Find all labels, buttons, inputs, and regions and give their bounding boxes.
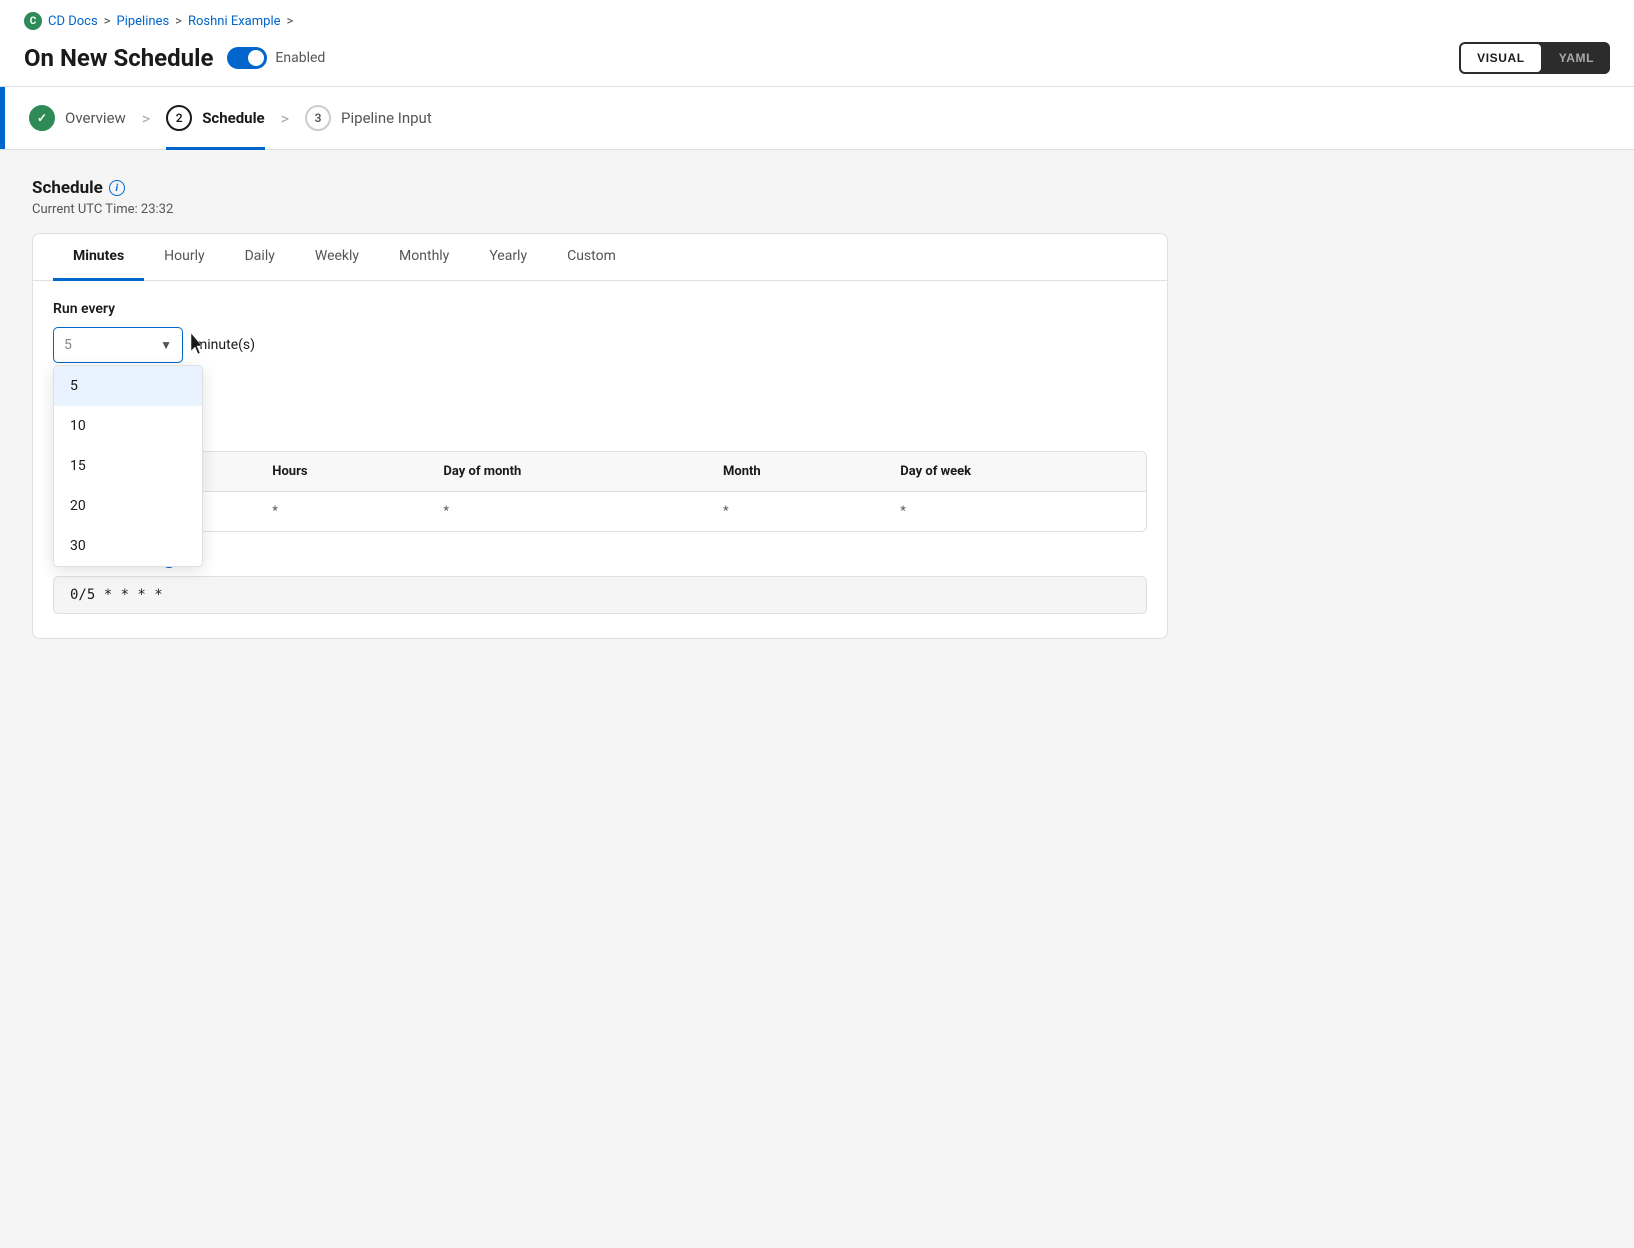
- table-header: Minutes Hours Day of month Month Day of …: [54, 452, 1146, 492]
- step-3-label: Pipeline Input: [341, 109, 432, 127]
- header-row: Minutes Hours Day of month Month Day of …: [54, 452, 1146, 492]
- col-hours: Hours: [256, 452, 427, 492]
- run-every-label: Run every: [53, 301, 1147, 317]
- page-header: On New Schedule Enabled VISUAL YAML: [24, 42, 1610, 74]
- yaml-view-button[interactable]: YAML: [1543, 42, 1610, 74]
- tab-daily[interactable]: Daily: [225, 234, 295, 281]
- cell-hours: *: [256, 492, 427, 532]
- view-switcher: VISUAL YAML: [1459, 42, 1610, 74]
- interval-select-wrapper: 5 ▼ 5 10 15 20 30: [53, 327, 183, 363]
- cell-day-of-month: *: [427, 492, 707, 532]
- enabled-toggle[interactable]: [227, 47, 267, 69]
- steps-nav: ✓ Overview > 2 Schedule > 3 Pipeline Inp…: [0, 87, 1634, 150]
- section-title: Schedule i: [32, 178, 1168, 198]
- dropdown-item-30[interactable]: 30: [54, 526, 202, 566]
- step-sep-1: >: [142, 109, 150, 128]
- schedule-heading: Schedule: [32, 178, 103, 198]
- dropdown-item-5[interactable]: 5: [54, 366, 202, 406]
- table-row: * * * * *: [54, 492, 1146, 532]
- tab-weekly[interactable]: Weekly: [295, 234, 379, 281]
- toggle-container: Enabled: [227, 47, 325, 69]
- visual-view-button[interactable]: VISUAL: [1461, 44, 1541, 72]
- interval-select[interactable]: 5 ▼: [53, 327, 183, 363]
- step-pipeline-input[interactable]: 3 Pipeline Input: [305, 87, 432, 149]
- schedule-card: Minutes Hourly Daily Weekly Monthly Year…: [32, 233, 1168, 639]
- tab-hourly[interactable]: Hourly: [144, 234, 224, 281]
- dropdown-item-20[interactable]: 20: [54, 486, 202, 526]
- enabled-label: Enabled: [275, 50, 325, 66]
- tab-minutes[interactable]: Minutes: [53, 234, 144, 281]
- step-2-label: Schedule: [202, 109, 264, 127]
- step-1-icon: ✓: [29, 105, 55, 131]
- tab-custom[interactable]: Custom: [547, 234, 636, 281]
- dropdown-item-15[interactable]: 15: [54, 446, 202, 486]
- col-day-of-month: Day of month: [427, 452, 707, 492]
- tab-content: Run every 5 ▼ 5 10 15 20 30: [33, 281, 1167, 363]
- cron-section: Cron Expression i 0/5 * * * *: [33, 552, 1167, 638]
- tab-yearly[interactable]: Yearly: [469, 234, 547, 281]
- step-2-icon: 2: [166, 105, 192, 131]
- top-bar: C CD Docs > Pipelines > Roshni Example >…: [0, 0, 1634, 87]
- logo-icon: C: [24, 12, 42, 30]
- tab-monthly[interactable]: Monthly: [379, 234, 469, 281]
- step-overview[interactable]: ✓ Overview: [29, 87, 126, 149]
- tab-bar: Minutes Hourly Daily Weekly Monthly Year…: [33, 234, 1167, 281]
- step-sep-2: >: [281, 109, 289, 128]
- step-schedule[interactable]: 2 Schedule: [166, 87, 264, 149]
- interval-dropdown: 5 10 15 20 30: [53, 365, 203, 567]
- cell-day-of-week: *: [884, 492, 1146, 532]
- interval-unit: minute(s): [195, 337, 255, 353]
- steps-container: ✓ Overview > 2 Schedule > 3 Pipeline Inp…: [5, 87, 456, 149]
- dropdown-item-10[interactable]: 10: [54, 406, 202, 446]
- breadcrumb-sep-1: >: [104, 14, 111, 29]
- breakdown-title: Cron Breakdown i: [53, 423, 1147, 439]
- main-content: Schedule i Current UTC Time: 23:32 Minut…: [0, 150, 1200, 667]
- cron-label: Cron Expression i: [53, 552, 1147, 568]
- utc-time: Current UTC Time: 23:32: [32, 202, 1168, 217]
- schedule-info-icon[interactable]: i: [109, 180, 125, 196]
- col-month: Month: [707, 452, 884, 492]
- page-title-row: On New Schedule Enabled: [24, 44, 325, 72]
- step-3-icon: 3: [305, 105, 331, 131]
- breadcrumb: C CD Docs > Pipelines > Roshni Example >: [24, 12, 1610, 30]
- cell-month: *: [707, 492, 884, 532]
- step-1-label: Overview: [65, 109, 126, 127]
- breadcrumb-roshni-example[interactable]: Roshni Example: [188, 14, 281, 29]
- col-day-of-week: Day of week: [884, 452, 1146, 492]
- cron-table: Minutes Hours Day of month Month Day of …: [54, 452, 1146, 531]
- breadcrumb-sep-3: >: [287, 14, 294, 29]
- breadcrumb-sep-2: >: [175, 14, 182, 29]
- run-every-row: 5 ▼ 5 10 15 20 30 minute(s): [53, 327, 1147, 363]
- selected-value: 5: [64, 337, 72, 353]
- page-title: On New Schedule: [24, 44, 213, 72]
- breadcrumb-cd-docs[interactable]: CD Docs: [48, 14, 98, 29]
- table-body: * * * * *: [54, 492, 1146, 532]
- cron-value: 0/5 * * * *: [53, 576, 1147, 614]
- chevron-down-icon: ▼: [160, 338, 172, 352]
- breakdown-table: Minutes Hours Day of month Month Day of …: [53, 451, 1147, 532]
- breadcrumb-pipelines[interactable]: Pipelines: [117, 14, 170, 29]
- breakdown-section: Cron Breakdown i Minutes Hours Day of mo…: [33, 423, 1167, 552]
